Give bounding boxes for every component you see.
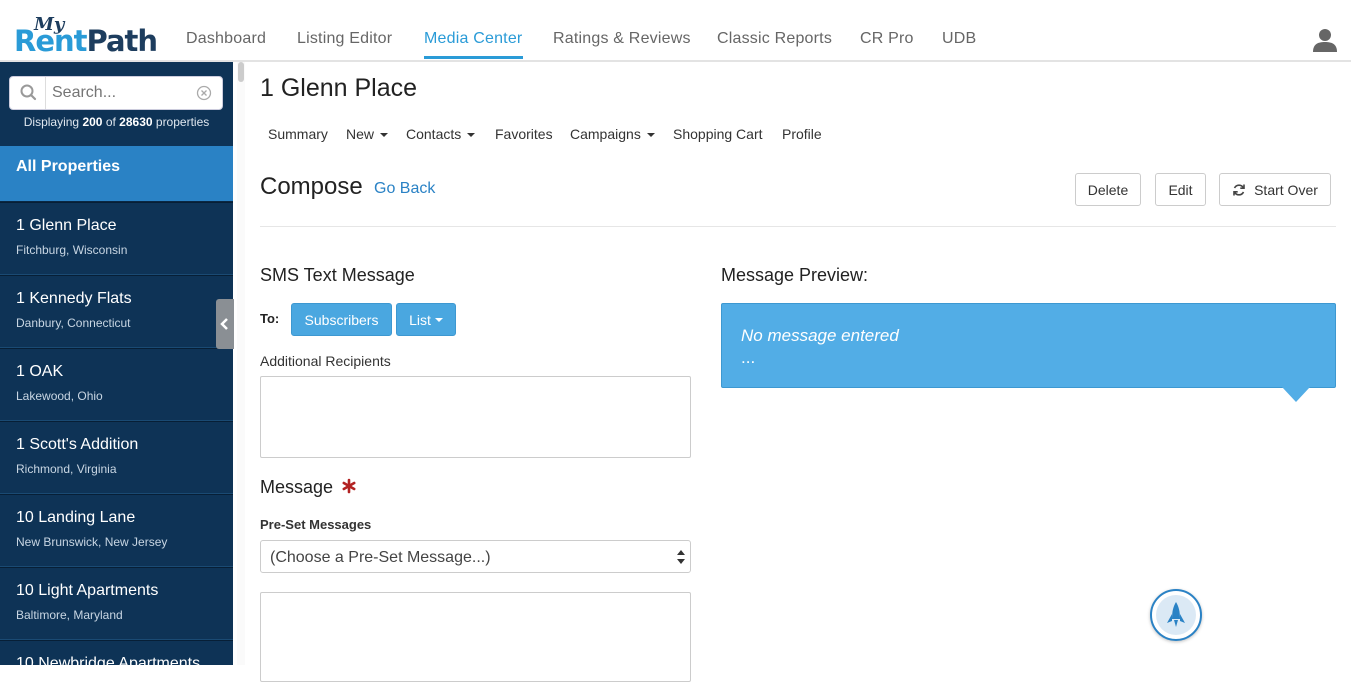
user-icon[interactable] <box>1312 28 1338 52</box>
to-label: To: <box>260 311 280 326</box>
message-label: Message <box>260 477 334 497</box>
sidebar-property-item[interactable]: 10 Newbridge Apartments <box>0 640 233 665</box>
page-title: 1 Glenn Place <box>260 74 418 102</box>
sidebar-property-item[interactable]: 1 Scott's Addition Richmond, Virginia <box>0 421 233 494</box>
property-sidebar: Displaying 200 of 28630 properties All P… <box>0 62 233 665</box>
scrollbar-thumb[interactable] <box>238 62 244 82</box>
go-back-link[interactable]: Go Back <box>374 180 435 198</box>
myrentpath-logo[interactable]: My RentPath <box>14 14 159 58</box>
sidebar-property-item[interactable]: 1 Kennedy Flats Danbury, Connecticut <box>0 275 233 348</box>
preset-messages-label: Pre-Set Messages <box>260 517 372 532</box>
edit-button[interactable]: Edit <box>1155 173 1206 206</box>
subnav-new[interactable]: New <box>346 126 389 142</box>
required-asterisk-icon <box>342 478 356 494</box>
clear-search-icon[interactable] <box>196 85 212 101</box>
nav-ratings-reviews[interactable]: Ratings & Reviews <box>553 30 691 48</box>
launch-rocket-button[interactable] <box>1150 589 1202 641</box>
message-preview-bubble: No message entered ... <box>721 303 1336 388</box>
sidebar-property-item[interactable]: 10 Light Apartments Baltimore, Maryland <box>0 567 233 640</box>
sidebar-property-item[interactable]: 1 Glenn Place Fitchburg, Wisconsin <box>0 202 233 275</box>
property-search <box>9 76 223 110</box>
select-arrows-icon <box>677 550 685 564</box>
refresh-icon <box>1233 183 1245 196</box>
message-preview-title: Message Preview: <box>721 265 869 285</box>
preview-bubble-tail <box>1282 387 1310 402</box>
message-textarea[interactable] <box>260 592 691 682</box>
subnav-favorites[interactable]: Favorites <box>495 126 553 142</box>
rocket-icon <box>1167 602 1185 627</box>
active-nav-indicator <box>424 56 523 59</box>
nav-dashboard[interactable]: Dashboard <box>186 30 266 48</box>
sidebar-property-item[interactable]: 1 OAK Lakewood, Ohio <box>0 348 233 421</box>
subnav-summary[interactable]: Summary <box>268 126 328 142</box>
logo-rentpath-text: RentPath <box>14 24 158 58</box>
subnav-contacts[interactable]: Contacts <box>406 126 476 142</box>
nav-udb[interactable]: UDB <box>942 30 976 48</box>
subnav-shopping-cart[interactable]: Shopping Cart <box>673 126 763 142</box>
collapse-sidebar-button[interactable] <box>216 299 234 349</box>
start-over-button[interactable]: Start Over <box>1219 173 1331 206</box>
caret-down-icon <box>467 133 476 138</box>
subscribers-button[interactable]: Subscribers <box>291 303 392 336</box>
chevron-left-icon <box>220 318 228 330</box>
sms-section-title: SMS Text Message <box>260 265 415 285</box>
caret-down-icon <box>380 133 389 138</box>
compose-heading: Compose <box>260 173 363 200</box>
nav-classic-reports[interactable]: Classic Reports <box>717 30 832 48</box>
search-icon <box>10 77 46 109</box>
top-navbar: My RentPath Dashboard Listing Editor Med… <box>0 0 1351 62</box>
sidebar-property-item[interactable]: 10 Landing Lane New Brunswick, New Jerse… <box>0 494 233 567</box>
caret-down-icon <box>646 133 655 138</box>
section-divider <box>260 226 1336 227</box>
delete-button[interactable]: Delete <box>1075 173 1141 206</box>
additional-recipients-textarea[interactable] <box>260 376 691 458</box>
nav-cr-pro[interactable]: CR Pro <box>860 30 914 48</box>
preset-message-select[interactable]: (Choose a Pre-Set Message...) <box>260 540 691 573</box>
subnav-campaigns[interactable]: Campaigns <box>570 126 655 142</box>
list-dropdown-button[interactable]: List <box>396 303 456 336</box>
sidebar-item-all-properties[interactable]: All Properties <box>0 146 233 202</box>
subnav-profile[interactable]: Profile <box>782 126 822 142</box>
nav-media-center[interactable]: Media Center <box>424 30 522 48</box>
caret-down-icon <box>434 317 443 322</box>
additional-recipients-label: Additional Recipients <box>260 353 391 369</box>
search-input[interactable] <box>52 84 192 102</box>
property-count-text: Displaying 200 of 28630 properties <box>23 115 210 129</box>
sidebar-scrollbar[interactable] <box>237 62 245 665</box>
nav-listing-editor[interactable]: Listing Editor <box>297 30 392 48</box>
